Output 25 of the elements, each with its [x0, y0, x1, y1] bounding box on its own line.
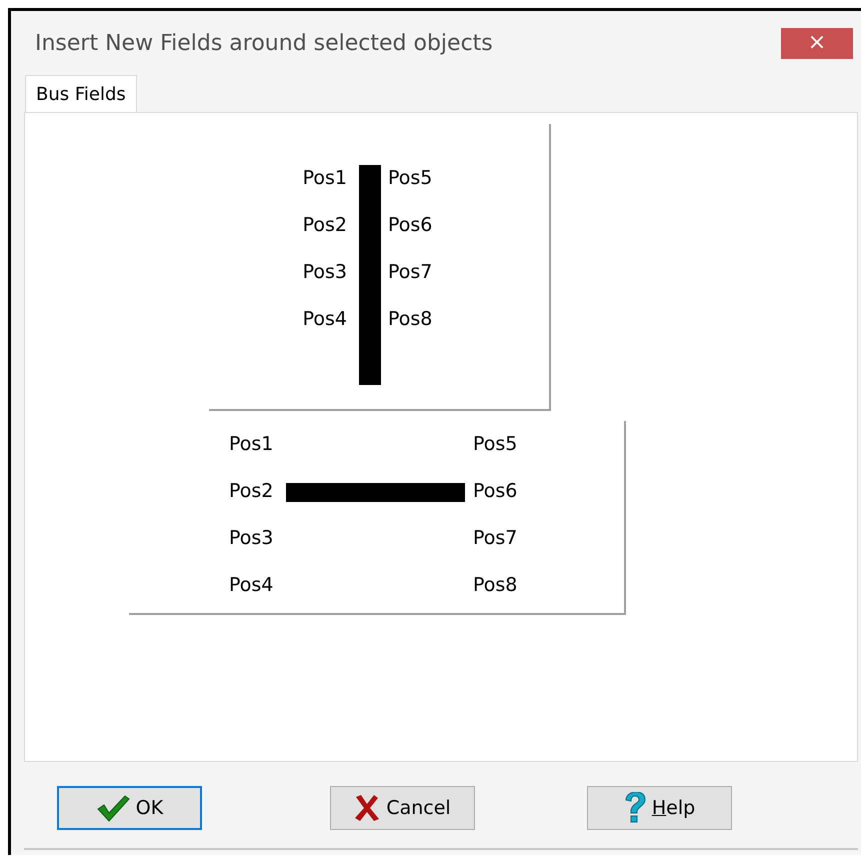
position-label: Pos4 [302, 307, 347, 331]
question-mark-icon [624, 792, 646, 824]
position-label: Pos8 [388, 307, 432, 331]
cancel-button[interactable]: Cancel [330, 786, 475, 830]
position-label: Pos7 [473, 526, 518, 550]
ok-button[interactable]: OK [57, 786, 202, 830]
position-label: Pos7 [388, 260, 432, 284]
window-title: Insert New Fields around selected objects [35, 30, 493, 58]
tab[interactable]: Bus Fields [25, 75, 137, 112]
x-mark-icon [354, 794, 380, 822]
position-label: Pos6 [388, 213, 432, 237]
position-label: Pos2 [302, 213, 347, 237]
position-label: Pos6 [473, 479, 518, 503]
position-label: Pos4 [229, 573, 274, 597]
position-label: Pos3 [302, 260, 347, 284]
position-label: Pos5 [473, 432, 518, 456]
help-button[interactable]: Help [587, 786, 732, 830]
position-label: Pos1 [229, 432, 274, 456]
position-label: Pos3 [229, 526, 274, 550]
position-label: Pos2 [229, 479, 274, 503]
position-label: Pos1 [302, 166, 347, 190]
position-label: Pos5 [388, 166, 432, 190]
close-button[interactable]: × [781, 28, 853, 58]
checkmark-icon [96, 794, 130, 822]
position-label: Pos8 [473, 573, 518, 597]
